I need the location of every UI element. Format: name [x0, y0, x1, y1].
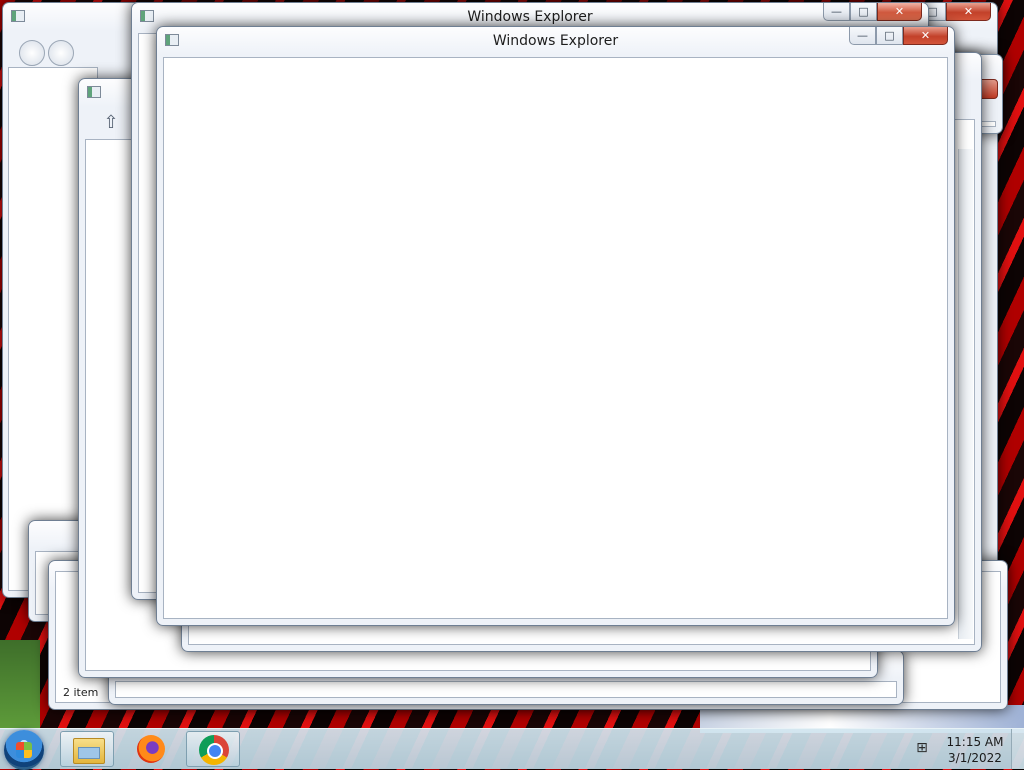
- desktop-wallpaper-grass: [0, 640, 40, 730]
- window-system-icon: [11, 10, 25, 22]
- maximize-button[interactable]: □: [876, 27, 903, 45]
- status-bar-item-count: 2 item: [63, 686, 99, 699]
- taskbar-windows-explorer[interactable]: [60, 731, 114, 767]
- caption-buttons: — □ ✕: [823, 3, 922, 23]
- window-content: [163, 57, 948, 619]
- firefox-icon: [137, 735, 165, 763]
- chrome-icon: [199, 735, 229, 765]
- window-content: [115, 681, 897, 698]
- maximize-button[interactable]: □: [850, 3, 877, 21]
- minimize-button[interactable]: —: [849, 27, 876, 45]
- clock-time[interactable]: 11:15 AM: [940, 735, 1010, 749]
- up-arrow-icon[interactable]: ⇧: [101, 113, 121, 133]
- windows-start-orb-icon[interactable]: [4, 730, 44, 770]
- clock-date[interactable]: 3/1/2022: [940, 751, 1010, 765]
- close-button[interactable]: ✕: [877, 3, 922, 21]
- close-button[interactable]: ✕: [946, 3, 991, 21]
- windows-flag-icon: [16, 742, 32, 758]
- window-title: Windows Explorer: [467, 9, 593, 25]
- back-button[interactable]: [19, 40, 45, 66]
- taskbar: ⊞ 11:15 AM 3/1/2022: [0, 728, 1024, 770]
- window-title: Windows Explorer: [492, 33, 619, 49]
- minimize-button[interactable]: —: [823, 3, 850, 21]
- caption-buttons: — □ ✕: [849, 27, 948, 47]
- folder-icon: [73, 738, 105, 764]
- close-button[interactable]: ✕: [903, 27, 948, 45]
- network-icon[interactable]: ⊞: [914, 740, 930, 756]
- vertical-scrollbar[interactable]: [958, 149, 973, 639]
- taskbar-chrome[interactable]: [186, 731, 240, 767]
- taskbar-firefox[interactable]: [124, 731, 178, 767]
- show-desktop-button[interactable]: [1011, 729, 1024, 769]
- window-system-icon: [87, 86, 101, 98]
- forward-button[interactable]: [48, 40, 74, 66]
- explorer-window-active[interactable]: Windows Explorer — □ ✕: [156, 26, 955, 626]
